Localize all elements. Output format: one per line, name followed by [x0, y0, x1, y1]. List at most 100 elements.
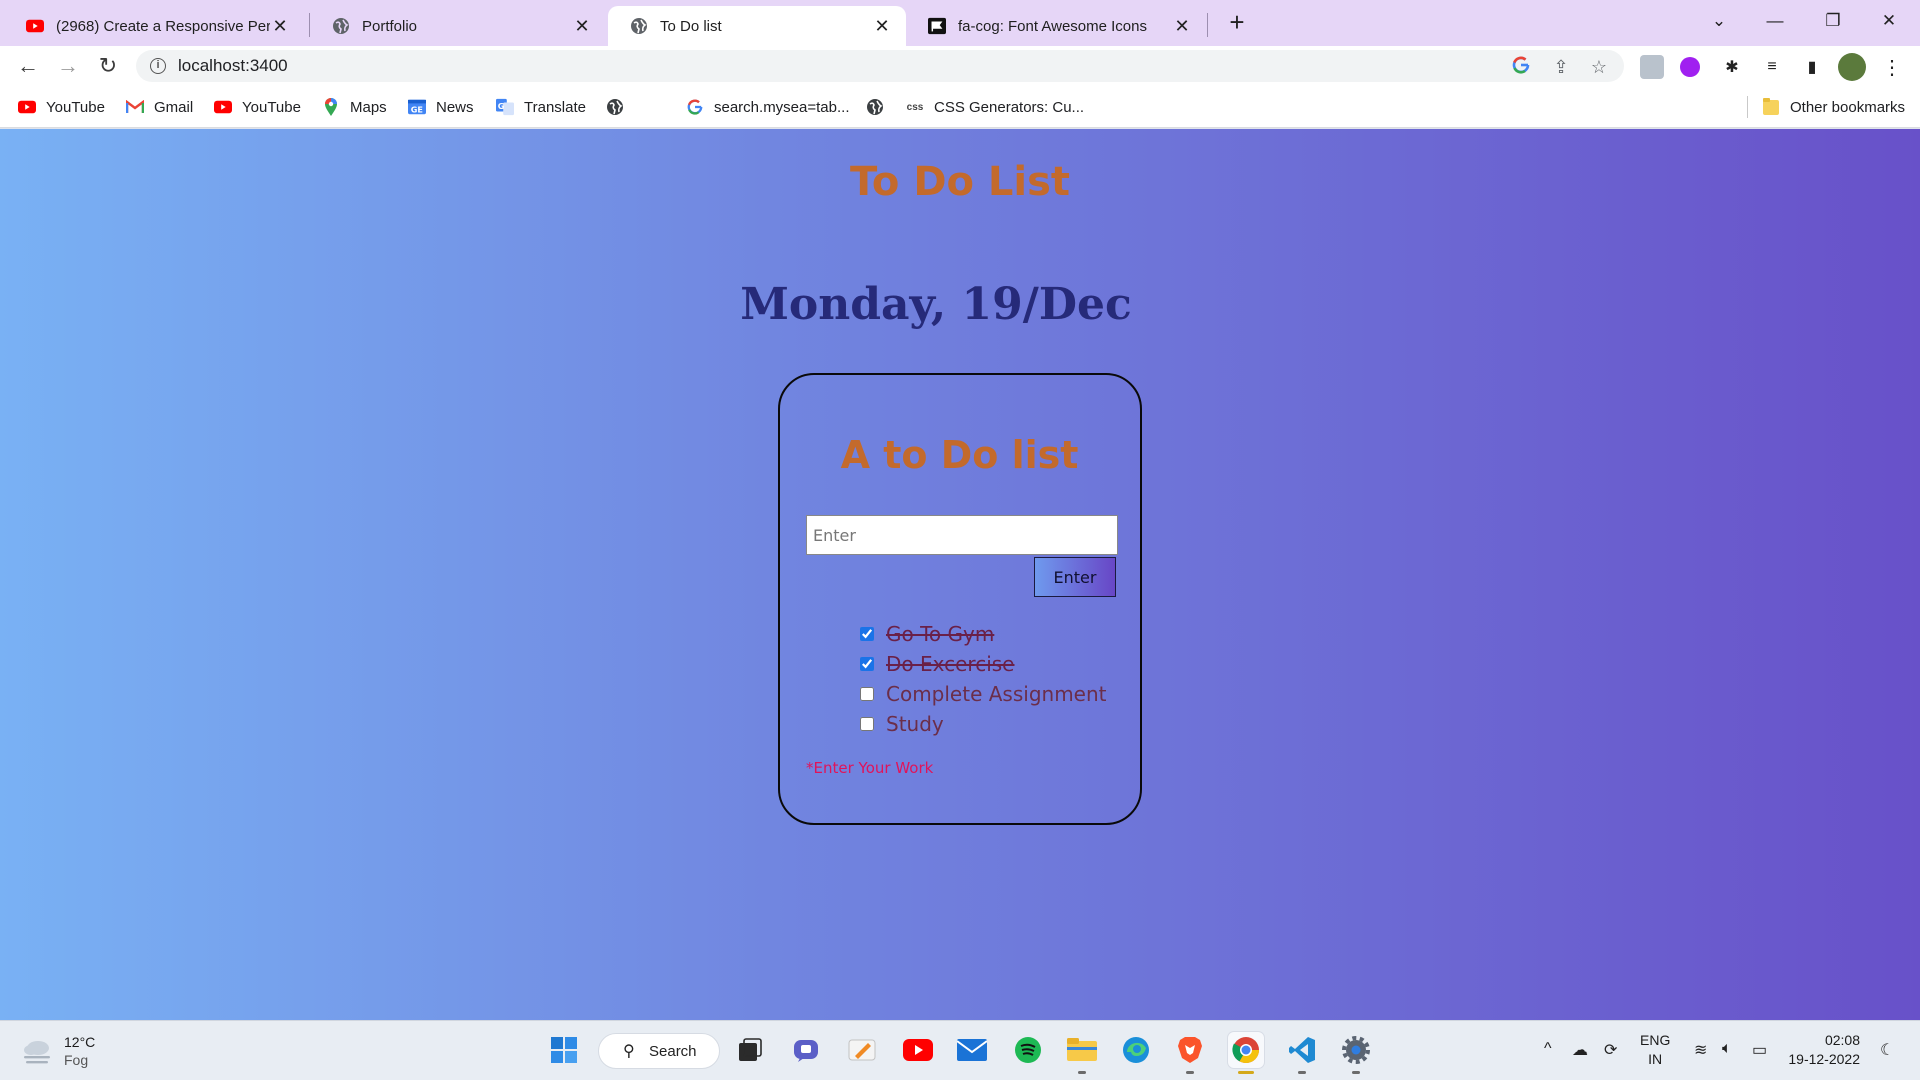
bookmark-label: Gmail — [154, 98, 194, 116]
region-code: IN — [1648, 1051, 1663, 1067]
restore-button[interactable]: ❐ — [1810, 4, 1856, 38]
running-indicator — [1298, 1071, 1306, 1074]
weather-widget[interactable]: 12°C Fog — [20, 1033, 95, 1069]
bookmark-separator — [1747, 96, 1748, 118]
extension-profile-icon[interactable] — [1640, 55, 1664, 79]
close-icon[interactable]: ✕ — [270, 16, 290, 36]
youtube-app-icon[interactable] — [900, 1032, 936, 1068]
tab-youtube[interactable]: (2968) Create a Responsive Perso ✕ — [4, 6, 304, 46]
search-label: Search — [649, 1042, 697, 1060]
reload-button[interactable]: ↻ — [92, 50, 124, 82]
current-date: Monday, 19/Dec — [740, 279, 1132, 330]
maps-icon — [322, 98, 340, 116]
tab-title: To Do list — [660, 17, 722, 35]
task-checkbox[interactable] — [860, 717, 874, 731]
back-button[interactable]: ← — [12, 50, 44, 82]
minimize-button[interactable]: — — [1752, 4, 1798, 38]
bookmark-css-generators[interactable]: css CSS Generators: Cu... — [906, 95, 1084, 119]
forward-button[interactable]: → — [52, 50, 84, 82]
bookmark-maps[interactable]: Maps — [322, 95, 387, 119]
extension-purple-icon[interactable] — [1680, 57, 1700, 77]
bookmark-label: Translate — [524, 98, 586, 116]
focus-moon-icon[interactable]: ☾ — [1880, 1040, 1894, 1060]
folder-icon — [1762, 98, 1780, 116]
battery-icon[interactable]: ▭ — [1752, 1040, 1767, 1060]
svg-text:GE: GE — [411, 104, 423, 114]
close-icon[interactable]: ✕ — [1172, 16, 1192, 36]
bookmark-globe-2[interactable] — [866, 95, 894, 119]
css-icon: css — [906, 101, 924, 113]
translate-icon: G — [496, 98, 514, 116]
list-item[interactable]: Do Excercise — [860, 649, 1107, 679]
teams-chat-icon[interactable] — [788, 1032, 824, 1068]
tab-title: fa-cog: Font Awesome Icons — [958, 17, 1147, 35]
task-checkbox[interactable] — [860, 627, 874, 641]
running-indicator — [1352, 1071, 1360, 1074]
bookmark-translate[interactable]: G Translate — [496, 95, 586, 119]
address-bar[interactable]: i localhost:3400 ⇪ ☆ — [136, 50, 1624, 82]
sync-icon[interactable]: ⟳ — [1604, 1040, 1617, 1060]
window-close-button[interactable]: ✕ — [1866, 4, 1912, 38]
wifi-icon[interactable]: ≋ — [1694, 1040, 1707, 1060]
bookmark-gmail[interactable]: Gmail — [126, 95, 193, 119]
other-bookmarks[interactable]: Other bookmarks — [1762, 95, 1905, 119]
task-checkbox[interactable] — [860, 657, 874, 671]
file-explorer-icon[interactable] — [1064, 1032, 1100, 1074]
pen-app-icon[interactable] — [844, 1032, 880, 1068]
gmail-icon — [126, 98, 144, 116]
menu-kebab-icon[interactable]: ⋮ — [1880, 55, 1904, 79]
tray-overflow-chevron-icon[interactable]: ^ — [1544, 1040, 1552, 1058]
close-icon[interactable]: ✕ — [572, 16, 592, 36]
site-info-icon[interactable]: i — [150, 58, 166, 74]
task-view-icon[interactable] — [732, 1032, 768, 1068]
bookmark-label: YouTube — [46, 98, 105, 116]
language-indicator[interactable]: ENG IN — [1640, 1031, 1670, 1069]
system-clock[interactable]: 02:08 19-12-2022 — [1770, 1031, 1860, 1069]
edge-icon[interactable] — [1118, 1032, 1154, 1068]
start-button[interactable] — [546, 1032, 582, 1068]
task-input[interactable] — [806, 515, 1118, 555]
tab-separator — [1207, 13, 1208, 37]
youtube-icon — [214, 98, 232, 116]
share-icon[interactable]: ⇪ — [1550, 56, 1572, 78]
enter-button[interactable]: Enter — [1034, 557, 1116, 597]
tab-font-awesome[interactable]: fa-cog: Font Awesome Icons ✕ — [906, 6, 1206, 46]
close-icon[interactable]: ✕ — [872, 16, 892, 36]
avatar[interactable] — [1838, 53, 1866, 81]
bookmark-globe[interactable] — [606, 95, 634, 119]
globe-icon — [606, 98, 624, 116]
google-icon — [686, 98, 704, 116]
task-label: Go To Gym — [886, 622, 995, 646]
list-item[interactable]: Study — [860, 709, 1107, 739]
brave-icon[interactable] — [1172, 1032, 1208, 1074]
volume-icon[interactable]: 🔈︎ — [1722, 1040, 1732, 1058]
bookmark-youtube-2[interactable]: YouTube — [214, 95, 301, 119]
list-item[interactable]: Go To Gym — [860, 619, 1107, 649]
side-panel-icon[interactable]: ▮ — [1800, 55, 1824, 79]
google-lens-icon[interactable] — [1510, 56, 1532, 78]
extensions-puzzle-icon[interactable]: ✱ — [1720, 55, 1744, 79]
tab-search-icon[interactable]: ⌄ — [1696, 4, 1742, 38]
list-item[interactable]: Complete Assignment — [860, 679, 1107, 709]
youtube-icon — [18, 98, 36, 116]
tab-to-do-list[interactable]: To Do list ✕ — [608, 6, 906, 46]
tab-portfolio[interactable]: Portfolio ✕ — [310, 6, 606, 46]
new-tab-button[interactable]: + — [1222, 8, 1252, 38]
settings-gear-icon[interactable] — [1338, 1032, 1374, 1074]
vscode-icon[interactable] — [1284, 1032, 1320, 1074]
bookmark-google-search[interactable]: search.mysea=tab... — [686, 95, 849, 119]
taskbar-search[interactable]: ⚲ Search — [598, 1033, 720, 1069]
task-checkbox[interactable] — [860, 687, 874, 701]
onedrive-error-icon[interactable]: ☁ — [1572, 1040, 1588, 1060]
bookmark-youtube[interactable]: YouTube — [18, 95, 105, 119]
clock-time: 02:08 — [1824, 1032, 1860, 1048]
chrome-icon[interactable] — [1228, 1032, 1264, 1074]
reading-list-icon[interactable]: ≡ — [1760, 55, 1784, 79]
running-indicator — [1238, 1071, 1254, 1074]
running-indicator — [1078, 1071, 1086, 1074]
spotify-icon[interactable] — [1010, 1032, 1046, 1068]
bookmark-news[interactable]: GE News — [408, 95, 474, 119]
mail-icon[interactable] — [954, 1032, 990, 1068]
running-indicator — [1186, 1071, 1194, 1074]
bookmark-star-icon[interactable]: ☆ — [1588, 56, 1610, 78]
